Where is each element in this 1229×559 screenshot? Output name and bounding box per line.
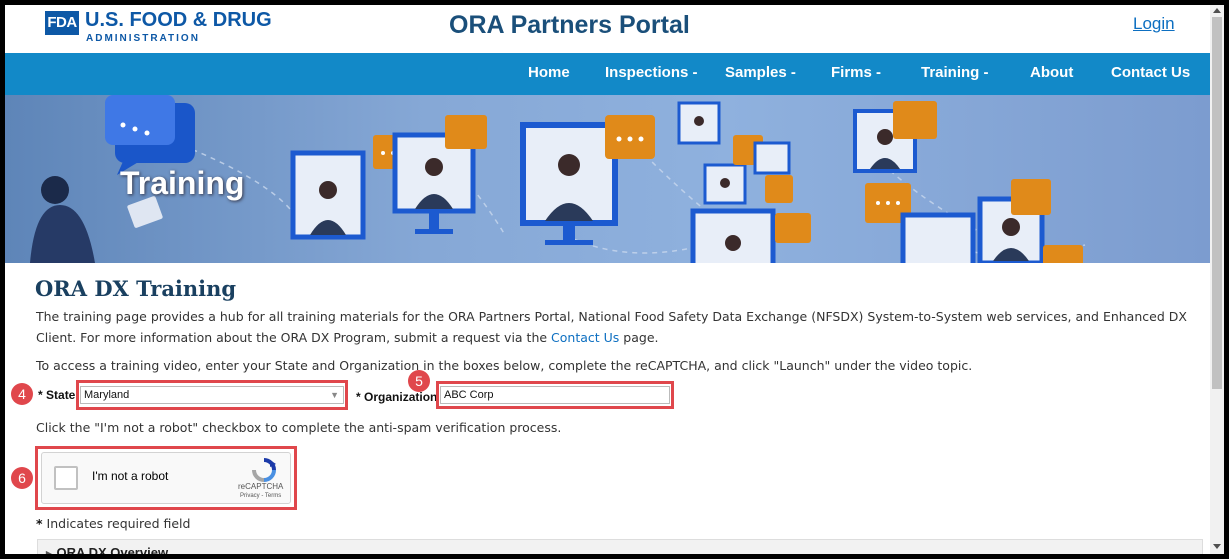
callout-badge-state: 4	[11, 383, 33, 405]
nav-home[interactable]: Home	[528, 53, 570, 95]
nav-about[interactable]: About	[1030, 53, 1073, 95]
callout-badge-org: 5	[408, 370, 430, 392]
instruction-text: To access a training video, enter your S…	[36, 358, 973, 373]
agency-name[interactable]: U.S. FOOD & DRUG	[85, 9, 272, 31]
organization-label: * Organization	[356, 390, 437, 404]
contact-us-link[interactable]: Contact Us	[551, 330, 619, 345]
scroll-up-icon[interactable]	[1213, 8, 1221, 13]
login-link[interactable]: Login	[1133, 14, 1175, 34]
organization-label-text: Organization	[364, 390, 438, 404]
recaptcha-privacy-terms-link[interactable]: Privacy - Terms	[240, 493, 281, 499]
robot-instruction: Click the "I'm not a robot" checkbox to …	[36, 420, 562, 435]
accordion-ora-dx-overview[interactable]: ▶ ORA DX Overview	[37, 539, 1203, 554]
required-star: *	[356, 390, 361, 404]
recaptcha-label: I'm not a robot	[92, 469, 169, 483]
main-nav: Home Inspections - Samples - Firms - Tra…	[5, 53, 1210, 95]
nav-firms[interactable]: Firms -	[831, 53, 881, 95]
caret-right-icon: ▶	[46, 549, 53, 554]
nav-inspections[interactable]: Inspections -	[605, 53, 698, 95]
intro-text-line2-post: page.	[619, 330, 659, 345]
nav-training[interactable]: Training -	[921, 53, 989, 95]
page-heading: ORA DX Training	[35, 276, 237, 301]
required-field-note: * Indicates required field	[36, 513, 190, 534]
training-banner: Training	[5, 95, 1210, 263]
banner-title: Training	[120, 165, 245, 201]
intro-text-line2-pre: Client. For more information about the O…	[36, 330, 552, 345]
site-header: FDA U.S. FOOD & DRUG ADMINISTRATION ORA …	[5, 5, 1210, 53]
recaptcha-widget: I'm not a robot reCAPTCHA Privacy - Term…	[41, 452, 291, 504]
callout-box-org	[436, 381, 674, 409]
nav-contact-us[interactable]: Contact Us	[1111, 53, 1190, 95]
intro-text-line2: Client. For more information about the O…	[36, 327, 659, 348]
accordion-title: ORA DX Overview	[56, 545, 169, 554]
browser-viewport: FDA U.S. FOOD & DRUG ADMINISTRATION ORA …	[5, 5, 1224, 554]
recaptcha-brand: reCAPTCHA	[238, 482, 284, 491]
page-scrollbar[interactable]	[1210, 5, 1224, 554]
callout-box-state	[76, 380, 348, 410]
callout-badge-captcha: 6	[11, 467, 33, 489]
intro-text-line1: The training page provides a hub for all…	[36, 309, 1187, 324]
recaptcha-checkbox[interactable]	[54, 466, 78, 490]
state-label: * State	[38, 388, 75, 402]
fda-logo[interactable]: FDA	[45, 11, 79, 35]
scroll-down-icon[interactable]	[1213, 544, 1221, 549]
required-star: *	[38, 388, 43, 402]
portal-title: ORA Partners Portal	[449, 11, 690, 39]
accordion-label: ▶ ORA DX Overview	[46, 545, 168, 554]
scroll-thumb[interactable]	[1212, 17, 1222, 389]
state-label-text: State	[46, 388, 76, 402]
nav-samples[interactable]: Samples -	[725, 53, 796, 95]
required-field-note-text: Indicates required field	[42, 516, 191, 531]
recaptcha-logo-icon	[252, 458, 276, 482]
agency-subtitle: ADMINISTRATION	[86, 33, 200, 44]
